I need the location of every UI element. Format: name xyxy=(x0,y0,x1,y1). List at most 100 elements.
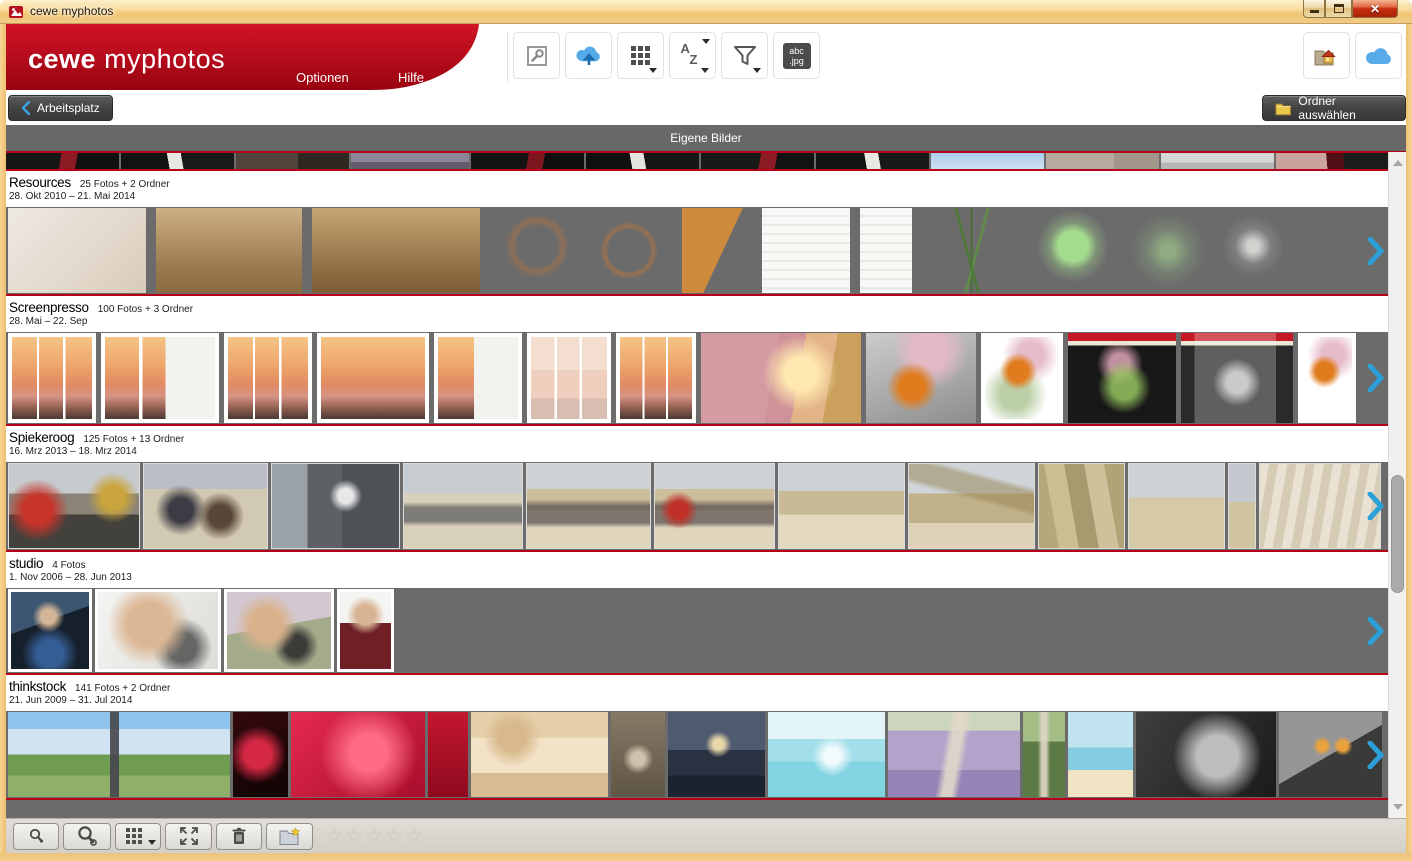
photo-thumbnail[interactable] xyxy=(8,589,92,672)
photo-thumbnail[interactable] xyxy=(351,153,469,169)
view-grid-button[interactable] xyxy=(115,822,161,850)
photo-thumbnail[interactable] xyxy=(1259,463,1381,549)
photo-thumbnail[interactable] xyxy=(931,153,1044,169)
folder-name[interactable]: studio xyxy=(9,556,44,571)
photo-thumbnail[interactable] xyxy=(224,589,334,672)
photo-thumbnail[interactable] xyxy=(1046,153,1159,169)
scroll-right-chevron[interactable] xyxy=(1367,236,1384,265)
photo-thumbnail[interactable] xyxy=(8,712,230,797)
photo-thumbnail[interactable] xyxy=(762,208,850,293)
photo-thumbnail[interactable] xyxy=(1276,153,1389,169)
photo-thumbnail[interactable] xyxy=(778,463,905,549)
cewe-cloud-button[interactable] xyxy=(1355,32,1402,79)
back-arbeitsplatz-button[interactable]: Arbeitsplatz xyxy=(8,95,113,121)
maximize-button[interactable] xyxy=(1325,0,1352,18)
photo-thumbnail[interactable] xyxy=(8,208,146,293)
zoom-out-button[interactable] xyxy=(13,822,59,850)
photo-thumbnail[interactable] xyxy=(271,463,400,549)
folder-name[interactable]: thinkstock xyxy=(9,679,66,694)
titlebar[interactable]: cewe myphotos ✕ xyxy=(0,0,1412,24)
photo-thumbnail[interactable] xyxy=(490,208,576,293)
photo-thumbnail[interactable] xyxy=(143,463,268,549)
photo-thumbnail[interactable] xyxy=(860,208,912,293)
photo-thumbnail[interactable] xyxy=(95,589,221,672)
photo-thumbnail[interactable] xyxy=(1023,712,1065,797)
photo-thumbnail[interactable] xyxy=(682,208,752,293)
photo-thumbnail[interactable] xyxy=(654,463,775,549)
photo-thumbnail[interactable] xyxy=(611,712,665,797)
scroll-right-chevron[interactable] xyxy=(1367,616,1384,645)
rename-button[interactable]: abc .jpg xyxy=(773,32,820,79)
photo-thumbnail[interactable] xyxy=(908,463,1035,549)
photo-thumbnail[interactable] xyxy=(981,333,1063,423)
filter-button[interactable] xyxy=(721,32,768,79)
photo-thumbnail[interactable] xyxy=(291,712,425,797)
photo-thumbnail[interactable] xyxy=(403,463,523,549)
photo-thumbnail[interactable] xyxy=(1222,208,1284,293)
photo-thumbnail[interactable] xyxy=(312,208,480,293)
star-icon[interactable]: ☆ xyxy=(365,826,383,846)
photo-thumbnail[interactable] xyxy=(616,333,696,423)
photo-thumbnail[interactable] xyxy=(1161,153,1274,169)
photo-thumbnail[interactable] xyxy=(1032,208,1114,293)
photo-thumbnail[interactable] xyxy=(1068,333,1176,423)
photo-thumbnail[interactable] xyxy=(1298,333,1356,423)
star-icon[interactable]: ☆ xyxy=(405,826,423,846)
star-icon[interactable]: ☆ xyxy=(385,826,403,846)
photo-thumbnail[interactable] xyxy=(701,333,861,423)
folder-name[interactable]: Spiekeroog xyxy=(9,430,75,445)
photo-thumbnail[interactable] xyxy=(317,333,429,423)
photo-thumbnail[interactable] xyxy=(1228,463,1256,549)
vertical-scrollbar[interactable] xyxy=(1388,152,1406,818)
delete-button[interactable] xyxy=(216,822,262,850)
sort-button[interactable]: A Z xyxy=(669,32,716,79)
photo-thumbnail[interactable] xyxy=(1124,208,1212,293)
photo-thumbnail[interactable] xyxy=(816,153,929,169)
photo-thumbnail[interactable] xyxy=(428,712,468,797)
photo-thumbnail[interactable] xyxy=(1128,463,1225,549)
thumbnail-size-button[interactable] xyxy=(617,32,664,79)
photo-thumbnail[interactable] xyxy=(101,333,219,423)
scroll-right-chevron[interactable] xyxy=(1367,492,1384,520)
photo-thumbnail[interactable] xyxy=(8,333,96,423)
menu-optionen[interactable]: Optionen xyxy=(296,70,349,85)
photo-thumbnail[interactable] xyxy=(434,333,522,423)
fullscreen-button[interactable] xyxy=(165,822,212,850)
photo-thumbnail[interactable] xyxy=(236,153,349,169)
photo-thumbnail[interactable] xyxy=(866,333,976,423)
edit-photo-button[interactable] xyxy=(513,32,560,79)
photo-thumbnail[interactable] xyxy=(668,712,765,797)
scroll-right-chevron[interactable] xyxy=(1367,740,1384,769)
minimize-button[interactable] xyxy=(1303,0,1325,18)
photo-thumbnail[interactable] xyxy=(526,463,651,549)
scroll-down-arrow-icon[interactable] xyxy=(1393,804,1403,810)
choose-folder-button[interactable]: Ordner auswählen xyxy=(1262,94,1406,122)
close-button[interactable]: ✕ xyxy=(1352,0,1398,18)
photo-thumbnail[interactable] xyxy=(701,153,814,169)
photo-thumbnail[interactable] xyxy=(586,208,672,293)
menu-hilfe[interactable]: Hilfe xyxy=(398,70,424,85)
photo-thumbnail[interactable] xyxy=(233,712,288,797)
cloud-upload-button[interactable] xyxy=(565,32,612,79)
photo-thumbnail[interactable] xyxy=(768,712,885,797)
zoom-in-button[interactable] xyxy=(63,822,111,850)
photo-thumbnail[interactable] xyxy=(1038,463,1125,549)
scroll-up-arrow-icon[interactable] xyxy=(1393,160,1403,166)
scrollbar-thumb[interactable] xyxy=(1391,475,1404,593)
photo-thumbnail[interactable] xyxy=(471,712,608,797)
photo-thumbnail[interactable] xyxy=(337,589,394,672)
photo-thumbnail[interactable] xyxy=(1068,712,1133,797)
photo-thumbnail[interactable] xyxy=(527,333,611,423)
folder-name[interactable]: Screenpresso xyxy=(9,300,89,315)
new-folder-button[interactable] xyxy=(266,822,313,850)
photo-thumbnail[interactable] xyxy=(1181,333,1293,423)
scroll-right-chevron[interactable] xyxy=(1367,364,1384,392)
photo-thumbnail[interactable] xyxy=(471,153,584,169)
photo-thumbnail[interactable] xyxy=(6,153,119,169)
photo-thumbnail[interactable] xyxy=(888,712,1020,797)
photo-thumbnail[interactable] xyxy=(156,208,302,293)
home-folder-button[interactable] xyxy=(1303,32,1350,79)
star-icon[interactable]: ☆ xyxy=(345,826,363,846)
photo-thumbnail[interactable] xyxy=(1136,712,1276,797)
photo-thumbnail[interactable] xyxy=(922,208,1022,293)
